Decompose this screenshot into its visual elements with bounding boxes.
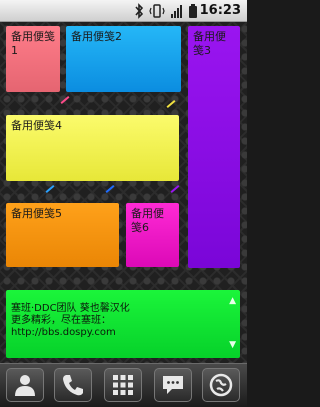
scroll-up-icon[interactable]: ▲: [229, 296, 236, 306]
browser-button[interactable]: [202, 368, 240, 402]
contacts-icon: [15, 375, 35, 396]
contacts-button[interactable]: [6, 368, 44, 402]
bluetooth-icon: [135, 3, 144, 19]
note-widget[interactable]: 备用便笺3: [188, 26, 240, 268]
info-line: 更多精彩，尽在塞班：: [11, 315, 111, 326]
phone-icon: [63, 375, 83, 396]
note-title: 备用便笺4: [11, 119, 62, 132]
battery-icon: [189, 4, 197, 18]
note-widget[interactable]: 备用便笺2: [66, 26, 181, 92]
status-bar: 16:23: [0, 0, 247, 22]
note-title: 备用便笺6: [131, 207, 164, 234]
signal-icon: [171, 5, 182, 18]
scroll-down-icon[interactable]: ▼: [229, 340, 236, 350]
messaging-icon: [163, 376, 183, 394]
note-widget[interactable]: 备用便笺4: [6, 115, 179, 181]
vibrate-icon: [149, 4, 165, 18]
note-title: 备用便笺2: [71, 30, 122, 43]
note-title: 备用便笺5: [11, 207, 62, 220]
phone-button[interactable]: [54, 368, 92, 402]
app-drawer-button[interactable]: [104, 368, 142, 402]
note-widget[interactable]: 备用便笺6: [126, 203, 179, 267]
note-title: 备用便笺1: [11, 30, 55, 57]
info-line: http://bbs.dospy.com: [11, 327, 116, 338]
note-widget[interactable]: 备用便笺5: [6, 203, 119, 267]
dock: [0, 363, 247, 407]
app-drawer-icon: [113, 375, 133, 395]
browser-icon: [209, 373, 233, 397]
note-title: 备用便笺3: [193, 30, 226, 57]
info-text: 塞班·DDC团队 葵也馨汉化 更多精彩，尽在塞班： http://bbs.dos…: [11, 303, 216, 339]
messaging-button[interactable]: [154, 368, 192, 402]
info-line: 塞班·DDC团队 葵也馨汉化: [11, 303, 130, 314]
status-time: 16:23: [199, 3, 241, 18]
note-widget[interactable]: 备用便笺1: [6, 26, 60, 92]
info-panel[interactable]: 塞班·DDC团队 葵也馨汉化 更多精彩，尽在塞班： http://bbs.dos…: [6, 290, 240, 358]
